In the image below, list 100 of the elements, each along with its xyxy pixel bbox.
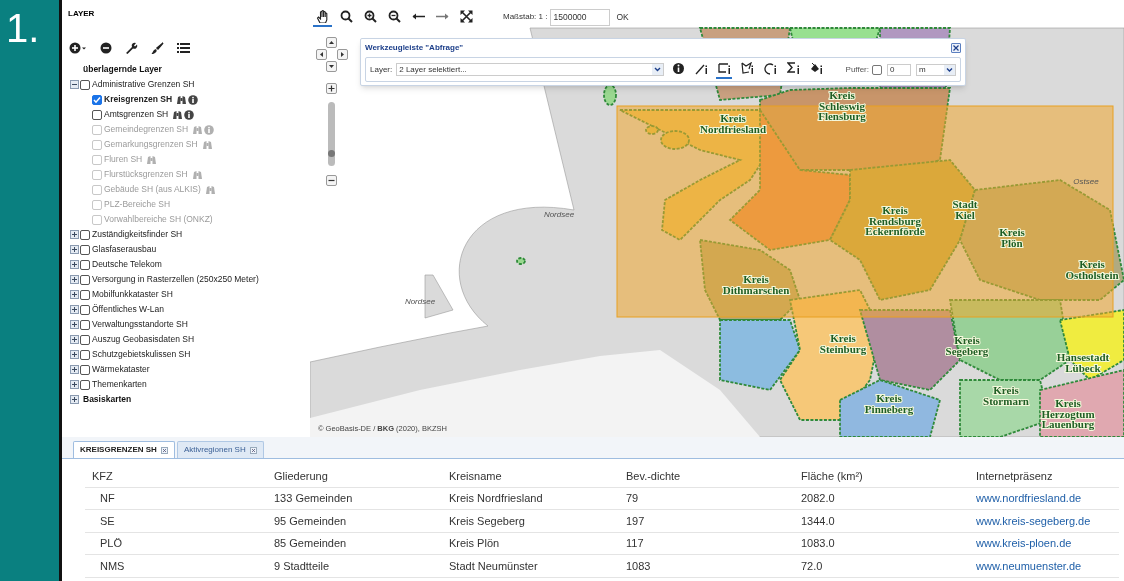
island-shape bbox=[603, 84, 617, 106]
pan-up-button[interactable] bbox=[326, 37, 337, 48]
website-link[interactable]: www.kreis-ploen.de bbox=[976, 537, 1072, 549]
table-cell: 117 bbox=[626, 537, 644, 549]
expand-icon[interactable] bbox=[70, 335, 79, 344]
layer-label[interactable]: Amtsgrenzen SH bbox=[104, 110, 169, 119]
expand-icon[interactable] bbox=[70, 290, 79, 299]
collapse-icon[interactable] bbox=[70, 80, 79, 89]
checkbox[interactable] bbox=[80, 259, 90, 270]
zoom-in-control[interactable] bbox=[326, 83, 337, 94]
table-cell: NF bbox=[100, 492, 115, 504]
add-button[interactable] bbox=[69, 42, 87, 54]
tab[interactable]: KREISGRENZEN SH bbox=[73, 441, 175, 458]
checkbox[interactable] bbox=[80, 364, 90, 375]
zoom-out-control[interactable] bbox=[326, 175, 337, 186]
layer-label[interactable]: Versorgung in Rasterzellen (250x250 Meter) bbox=[92, 275, 259, 284]
layer-label[interactable]: Auszug Geobasisdaten SH bbox=[92, 335, 195, 344]
layer-label[interactable]: Schutzgebietskulissen SH bbox=[92, 350, 191, 359]
website-link[interactable]: www.neumuenster.de bbox=[976, 559, 1082, 572]
paint-bucket-icon bbox=[809, 62, 823, 75]
zoom-in-icon bbox=[364, 9, 377, 23]
checkbox[interactable] bbox=[80, 274, 90, 285]
expand-icon[interactable] bbox=[70, 380, 79, 389]
checkbox[interactable] bbox=[80, 244, 90, 255]
expand-icon[interactable] bbox=[70, 260, 79, 269]
close-icon bbox=[160, 446, 168, 454]
expand-icon[interactable] bbox=[70, 275, 79, 284]
region-label: Kreis Plön bbox=[999, 226, 1025, 249]
scale-field[interactable]: 1500000 bbox=[550, 8, 611, 26]
expand-icon[interactable] bbox=[70, 245, 79, 254]
region-label: Kreis Steinburg bbox=[819, 332, 867, 355]
buffer-checkbox[interactable] bbox=[872, 64, 882, 75]
expand-icon[interactable] bbox=[70, 350, 79, 359]
table-cell: 2082.0 bbox=[801, 492, 835, 504]
website-link[interactable]: www.kreis-segeberg.de bbox=[976, 514, 1091, 527]
layer-label[interactable]: Öffentliches W-Lan bbox=[92, 305, 164, 314]
expand-icon[interactable] bbox=[70, 395, 79, 404]
circle-select-icon bbox=[763, 62, 777, 75]
minus-icon bbox=[328, 177, 335, 184]
layer-label[interactable]: Mobilfunkkataster SH bbox=[92, 290, 173, 299]
layer-label[interactable]: Administrative Grenzen SH bbox=[92, 80, 195, 89]
column-header: Fläche (km²) bbox=[794, 465, 969, 487]
layer-label[interactable]: Verwaltungsstandorte SH bbox=[92, 320, 188, 329]
table-cell: 1083.0 bbox=[801, 537, 835, 549]
pan-left-button[interactable] bbox=[316, 49, 327, 60]
table-cell: 95 Gemeinden bbox=[274, 514, 347, 527]
remove-button[interactable] bbox=[100, 42, 112, 54]
ok-button[interactable]: OK bbox=[616, 10, 629, 24]
search-icon bbox=[340, 9, 353, 23]
unit-dropdown[interactable]: m bbox=[916, 63, 956, 76]
table-row[interactable]: PLÖ 85 Gemeinden Kreis Plön 117 1083.0 www.kreis-ploen.de bbox=[85, 532, 1119, 555]
list-icon bbox=[177, 42, 190, 54]
tab[interactable]: Aktivregionen SH bbox=[176, 441, 264, 458]
checkbox[interactable] bbox=[80, 349, 90, 360]
expand-icon[interactable] bbox=[70, 365, 79, 374]
expand-icon[interactable] bbox=[70, 305, 79, 314]
table-cell: 85 Gemeinden bbox=[274, 537, 347, 549]
info-icon bbox=[671, 62, 685, 75]
region-label: Kreis Schleswig Flensburg bbox=[818, 89, 866, 122]
layer-label[interactable]: Deutsche Telekom bbox=[92, 260, 162, 269]
wrench-button[interactable] bbox=[125, 42, 138, 54]
table-row[interactable]: NF 133 Gemeinden Kreis Nordfriesland 79 2082.0 www.nordfriesland.de bbox=[85, 487, 1119, 510]
layer-label[interactable]: Wärmekataster bbox=[92, 365, 150, 374]
checkbox[interactable] bbox=[92, 109, 102, 120]
step-number: 1. bbox=[5, 5, 40, 48]
close-icon bbox=[249, 446, 257, 454]
layer-label[interactable]: Zuständigkeitsfinder SH bbox=[92, 230, 183, 239]
checkbox[interactable] bbox=[80, 319, 90, 330]
brush-button[interactable] bbox=[151, 42, 164, 54]
pan-down-button[interactable] bbox=[326, 61, 337, 72]
table-row[interactable]: SE 95 Gemeinden Kreis Segeberg 197 1344.0 www.kreis-segeberg.de bbox=[85, 509, 1119, 532]
layer-label[interactable]: Basiskarten bbox=[83, 395, 132, 404]
table-row[interactable]: NMS 9 Stadtteile Stadt Neumünster 1083 72.0 www.neumuenster.de bbox=[85, 554, 1119, 577]
checkbox[interactable] bbox=[80, 334, 90, 345]
checkbox[interactable] bbox=[92, 94, 102, 105]
pan-button[interactable] bbox=[313, 7, 332, 27]
list-button[interactable] bbox=[177, 42, 190, 54]
layer-label[interactable]: Themenkarten bbox=[92, 380, 147, 389]
expand-icon[interactable] bbox=[70, 230, 79, 239]
close-button[interactable] bbox=[951, 42, 961, 53]
checkbox[interactable] bbox=[80, 79, 90, 90]
checkbox[interactable] bbox=[80, 229, 90, 240]
layer-dropdown[interactable]: 2 Layer selektiert... bbox=[396, 63, 665, 76]
layer-label[interactable]: Glasfaserausbau bbox=[92, 245, 157, 254]
table-cell: PLÖ bbox=[100, 537, 122, 549]
zoom-slider-thumb[interactable] bbox=[328, 150, 335, 158]
layer-label: Layer: bbox=[370, 63, 393, 76]
region-label: Kreis Dithmarschen bbox=[722, 273, 790, 296]
rectangle-tool-button[interactable] bbox=[716, 60, 733, 79]
layer-label[interactable]: überlagernde Layer bbox=[83, 65, 162, 74]
expand-icon[interactable] bbox=[70, 320, 79, 329]
island-shape bbox=[645, 125, 690, 150]
website-link[interactable]: www.nordfriesland.de bbox=[976, 492, 1082, 504]
buffer-field[interactable]: 0 bbox=[887, 63, 911, 76]
layer-label[interactable]: Kreisgrenzen SH bbox=[104, 95, 173, 104]
checkbox[interactable] bbox=[80, 379, 90, 390]
checkbox[interactable] bbox=[80, 304, 90, 315]
pan-right-button[interactable] bbox=[337, 49, 348, 60]
sea-label: Nordsee bbox=[543, 210, 575, 219]
checkbox[interactable] bbox=[80, 289, 90, 300]
